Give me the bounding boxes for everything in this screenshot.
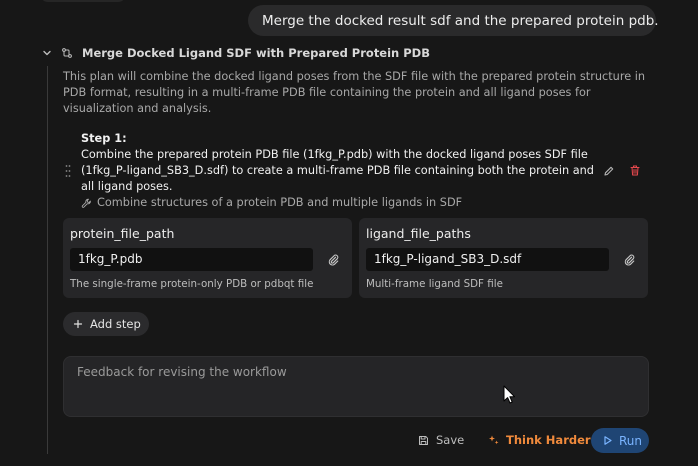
- step-label: Step 1:: [81, 132, 127, 145]
- chevron-down-icon[interactable]: [42, 48, 52, 58]
- step-tool: Combine structures of a protein PDB and …: [81, 195, 601, 211]
- plus-icon: [73, 319, 83, 329]
- save-button[interactable]: Save: [418, 430, 464, 450]
- user-message-bubble: Merge the docked result sdf and the prep…: [248, 5, 659, 36]
- param-help: The single-frame protein-only PDB or pdb…: [70, 278, 314, 290]
- think-harder-label: Think Harder: [506, 433, 591, 447]
- feedback-placeholder: Feedback for revising the workflow: [77, 365, 287, 379]
- run-label: Run: [619, 433, 643, 448]
- param-name: protein_file_path: [70, 226, 175, 241]
- param-card-protein: protein_file_path 1fkg_P.pdb The single-…: [63, 218, 352, 298]
- run-button[interactable]: Run: [591, 428, 649, 453]
- pencil-icon[interactable]: [603, 165, 615, 177]
- plan-description: This plan will combine the docked ligand…: [63, 70, 646, 115]
- mouse-cursor-icon: [503, 385, 515, 404]
- paperclip-icon[interactable]: [623, 253, 636, 266]
- plan-title: Merge Docked Ligand SDF with Prepared Pr…: [82, 46, 430, 60]
- save-icon: [419, 435, 428, 445]
- step-text: Combine the prepared protein PDB file (1…: [81, 148, 594, 193]
- user-message-text: Merge the docked result sdf and the prep…: [262, 12, 659, 29]
- plan-step: Step 1: Combine the prepared protein PDB…: [81, 131, 601, 211]
- drag-handle-icon[interactable]: [65, 164, 71, 178]
- play-icon: [604, 436, 612, 445]
- add-step-button[interactable]: Add step: [63, 312, 149, 336]
- tool-icon: [81, 198, 91, 208]
- previous-message-pill: [40, 0, 126, 2]
- feedback-textarea[interactable]: Feedback for revising the workflow: [63, 356, 649, 417]
- ligand-file-input[interactable]: 1fkg_P-ligand_SB3_D.sdf: [366, 248, 609, 271]
- workflow-icon: [62, 48, 72, 58]
- trash-icon[interactable]: [629, 164, 641, 177]
- sparkle-icon: [489, 435, 499, 445]
- param-name: ligand_file_paths: [366, 226, 471, 241]
- paperclip-icon[interactable]: [327, 253, 340, 266]
- step-tool-name: Combine structures of a protein PDB and …: [97, 196, 463, 209]
- param-help: Multi-frame ligand SDF file: [366, 278, 503, 290]
- think-harder-button[interactable]: Think Harder: [488, 430, 591, 450]
- save-label: Save: [436, 433, 465, 447]
- param-card-ligand: ligand_file_paths 1fkg_P-ligand_SB3_D.sd…: [359, 218, 648, 298]
- protein-file-input[interactable]: 1fkg_P.pdb: [70, 248, 313, 271]
- add-step-label: Add step: [90, 317, 141, 331]
- plan-header[interactable]: Merge Docked Ligand SDF with Prepared Pr…: [42, 45, 430, 61]
- plan-timeline-line: [47, 66, 48, 454]
